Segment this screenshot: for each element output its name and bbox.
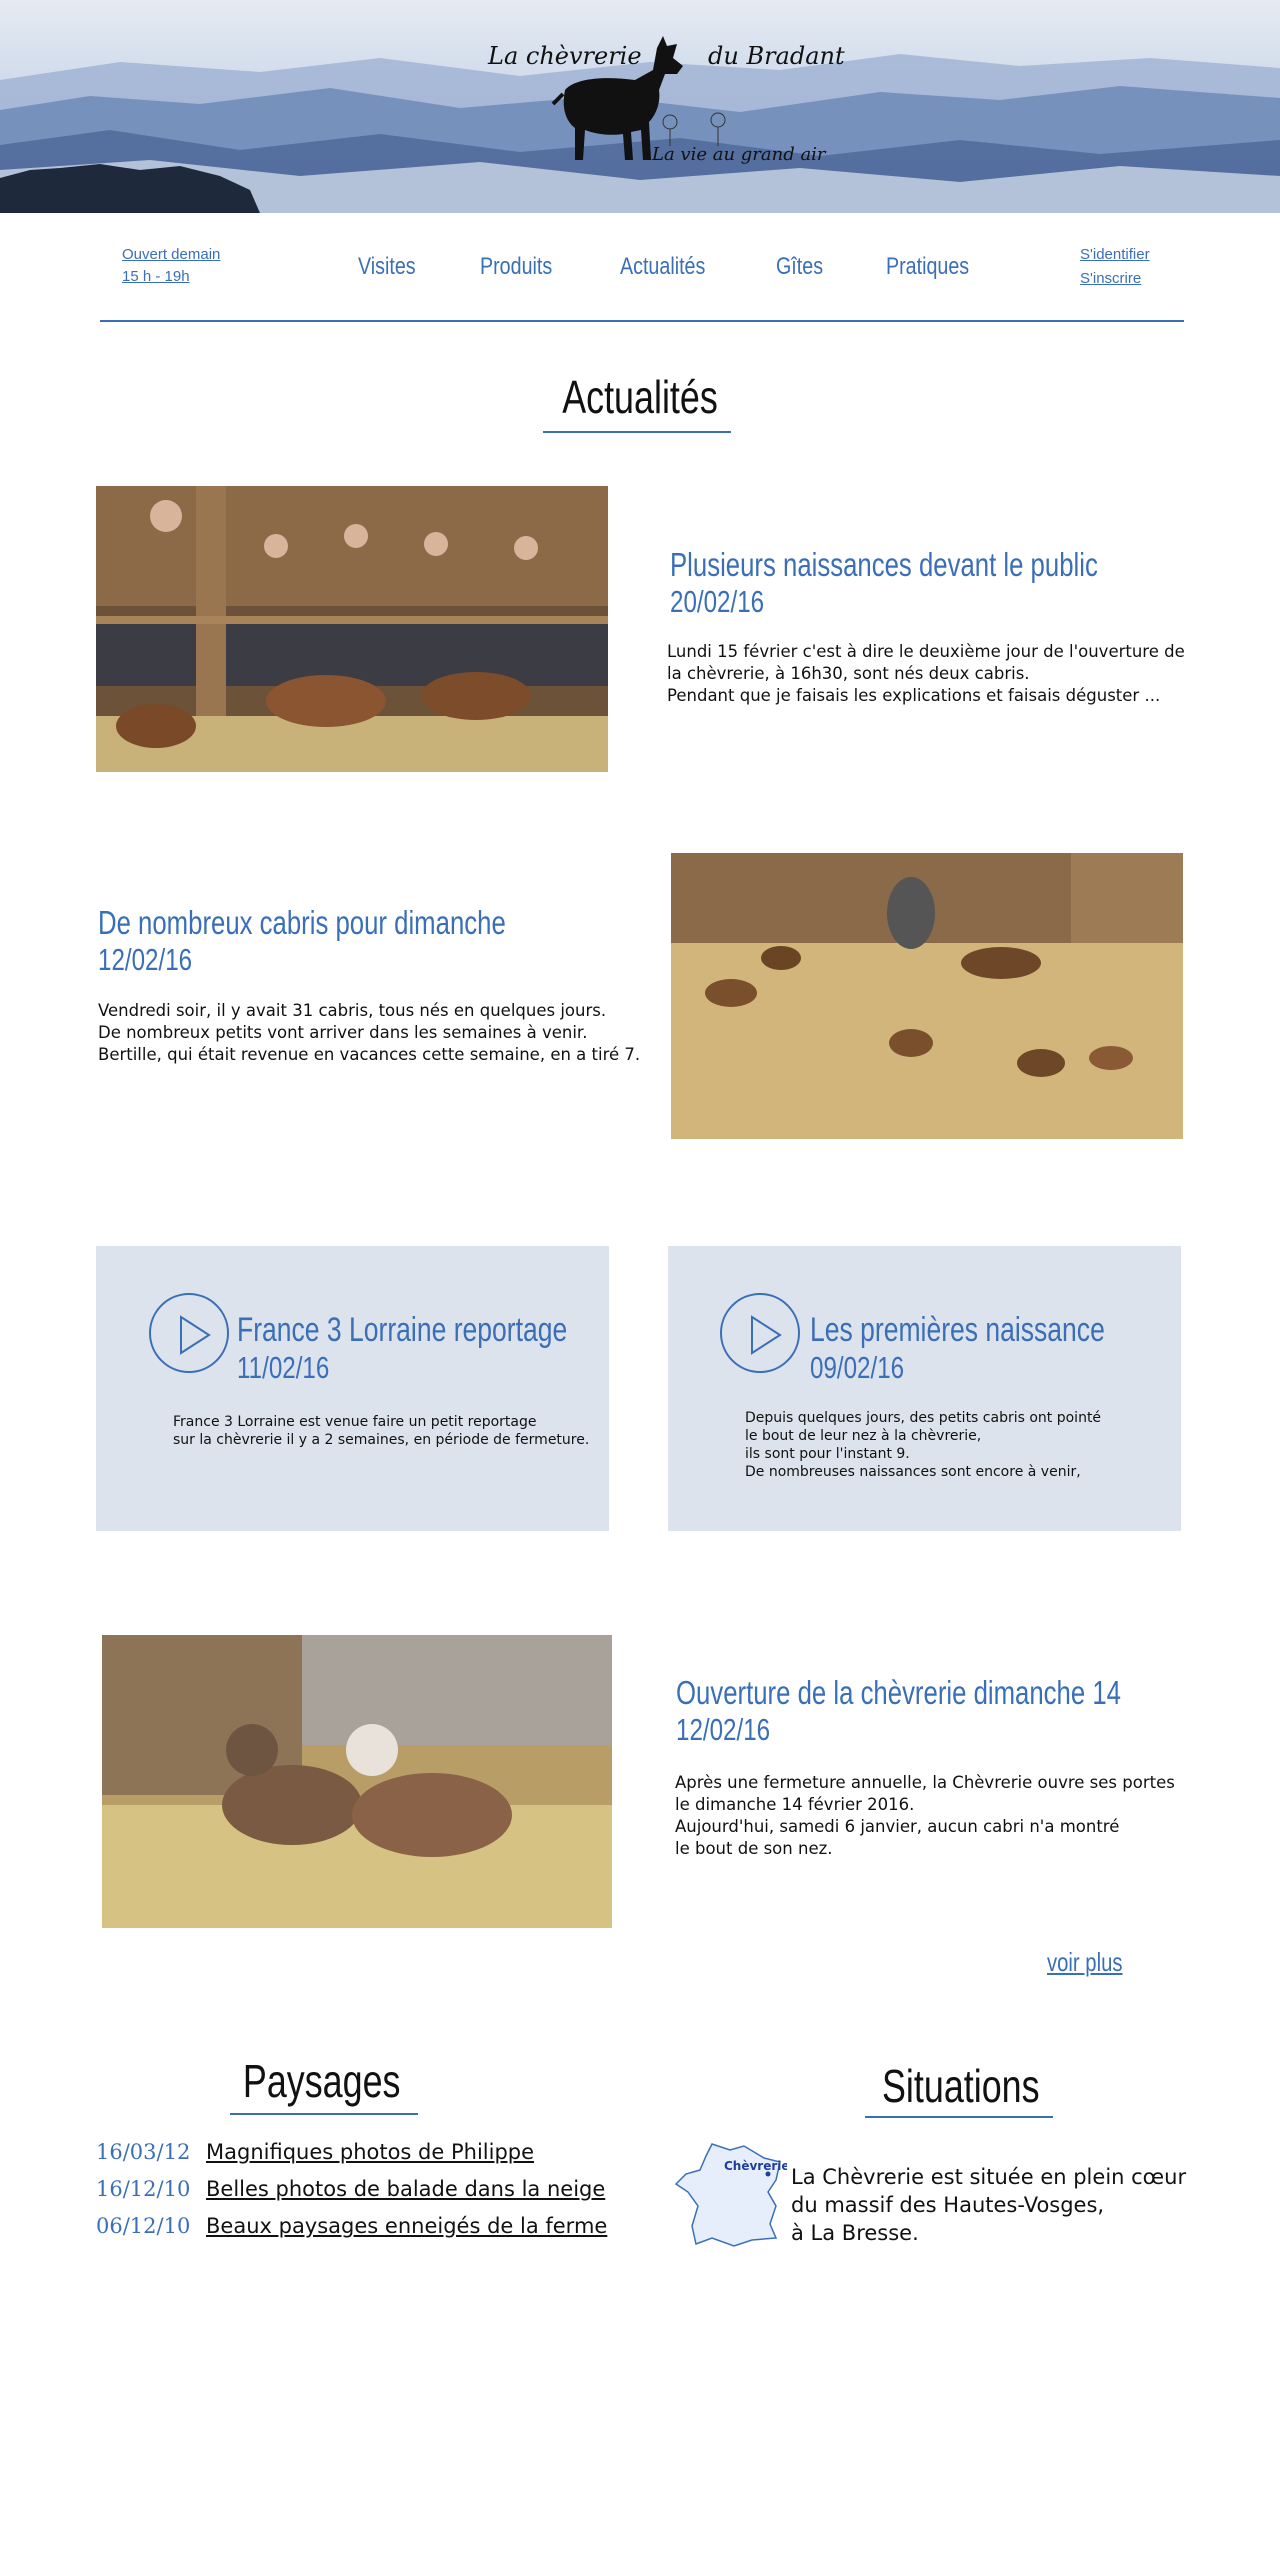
paysage-link[interactable]: Beaux paysages enneigés de la ferme (206, 2214, 607, 2238)
news-body: Après une fermeture annuelle, la Chèvrer… (675, 1773, 1175, 1858)
nav-item-gites[interactable]: Gîtes (776, 253, 823, 281)
video-title[interactable]: France 3 Lorraine reportage (237, 1310, 567, 1350)
play-icon[interactable] (720, 1293, 800, 1373)
flower-doodle-icon (662, 112, 726, 146)
nav-item-visites[interactable]: Visites (358, 253, 416, 281)
goat-kids-photo (671, 853, 1183, 1139)
paysage-date: 16/03/12 (96, 2140, 191, 2164)
news-title[interactable]: Ouverture de la chèvrerie dimanche 14 (676, 1674, 1121, 1712)
news-title[interactable]: Plusieurs naissances devant le public (670, 546, 1098, 584)
news-photo-kids-barn[interactable] (671, 853, 1183, 1139)
logo-title-right: du Bradant (708, 42, 845, 70)
paysage-date: 16/12/10 (96, 2177, 191, 2201)
list-item: 16/12/10 Belles photos de balade dans la… (96, 2177, 607, 2214)
situations-title: Situations (882, 2060, 1040, 2112)
video-date: 11/02/16 (237, 1350, 330, 1385)
list-item: 06/12/10 Beaux paysages enneigés de la f… (96, 2214, 607, 2251)
play-icon[interactable] (149, 1293, 229, 1373)
situations-title-underline (865, 2116, 1053, 2118)
video-date: 09/02/16 (810, 1350, 905, 1385)
paysage-link[interactable]: Magnifiques photos de Philippe (206, 2140, 534, 2164)
opening-hours-day[interactable]: Ouvert demain (122, 244, 220, 266)
actualites-title: Actualités (562, 371, 718, 423)
opening-hours-time[interactable]: 15 h - 19h (122, 266, 220, 288)
video-card[interactable]: France 3 Lorraine reportage 11/02/16 Fra… (96, 1246, 609, 1531)
news-date: 12/02/16 (98, 942, 193, 977)
nav-item-produits[interactable]: Produits (480, 253, 552, 281)
account-links: S'identifier S'inscrire (1080, 243, 1150, 291)
paysages-title-underline (230, 2113, 418, 2115)
main-nav: Ouvert demain 15 h - 19h Visites Produit… (0, 213, 1280, 322)
paysage-link[interactable]: Belles photos de balade dans la neige (206, 2177, 605, 2201)
video-title[interactable]: Les premières naissance (810, 1310, 1105, 1350)
signup-link[interactable]: S'inscrire (1080, 267, 1150, 291)
video-body: Depuis quelques jours, des petits cabris… (745, 1410, 1102, 1480)
barn-crowd-photo (96, 486, 608, 772)
logo-title-left: La chèvrerie (488, 42, 642, 70)
paysages-list: 16/03/12 Magnifiques photos de Philippe … (96, 2140, 607, 2251)
two-goat-kids-photo (102, 1635, 612, 1928)
nav-item-pratiques[interactable]: Pratiques (886, 253, 969, 281)
nav-divider (100, 320, 1184, 322)
list-item: 16/03/12 Magnifiques photos de Philippe (96, 2140, 607, 2177)
opening-hours: Ouvert demain 15 h - 19h (122, 244, 220, 288)
paysages-title: Paysages (242, 2055, 401, 2107)
news-photo-crowd[interactable] (96, 486, 608, 772)
news-date: 12/02/16 (676, 1712, 771, 1747)
see-more-link[interactable]: voir plus (1047, 1947, 1123, 1978)
news-title[interactable]: De nombreux cabris pour dimanche (98, 904, 506, 942)
paysage-date: 06/12/10 (96, 2214, 191, 2238)
header-banner: La chèvrerie du Bradant La vie au grand … (0, 0, 1280, 213)
france-map-icon[interactable]: Chèvrerie (672, 2140, 787, 2250)
logo-tagline: La vie au grand air (652, 144, 826, 165)
video-card[interactable]: Les premières naissance 09/02/16 Depuis … (668, 1246, 1181, 1531)
situations-text: La Chèvrerie est située en plein cœur du… (791, 2165, 1187, 2245)
news-photo-two-kids[interactable] (102, 1635, 612, 1928)
video-body: France 3 Lorraine est venue faire un pet… (173, 1414, 590, 1448)
login-link[interactable]: S'identifier (1080, 243, 1150, 267)
news-date: 20/02/16 (670, 584, 765, 619)
map-label: Chèvrerie (724, 2159, 787, 2173)
nav-item-actualites[interactable]: Actualités (620, 253, 705, 281)
news-body: Lundi 15 février c'est à dire le deuxièm… (667, 642, 1185, 705)
actualites-title-underline (543, 431, 731, 433)
nav-menu: Visites Produits Actualités Gîtes Pratiq… (358, 253, 1039, 281)
news-body: Vendredi soir, il y avait 31 cabris, tou… (98, 1001, 641, 1064)
